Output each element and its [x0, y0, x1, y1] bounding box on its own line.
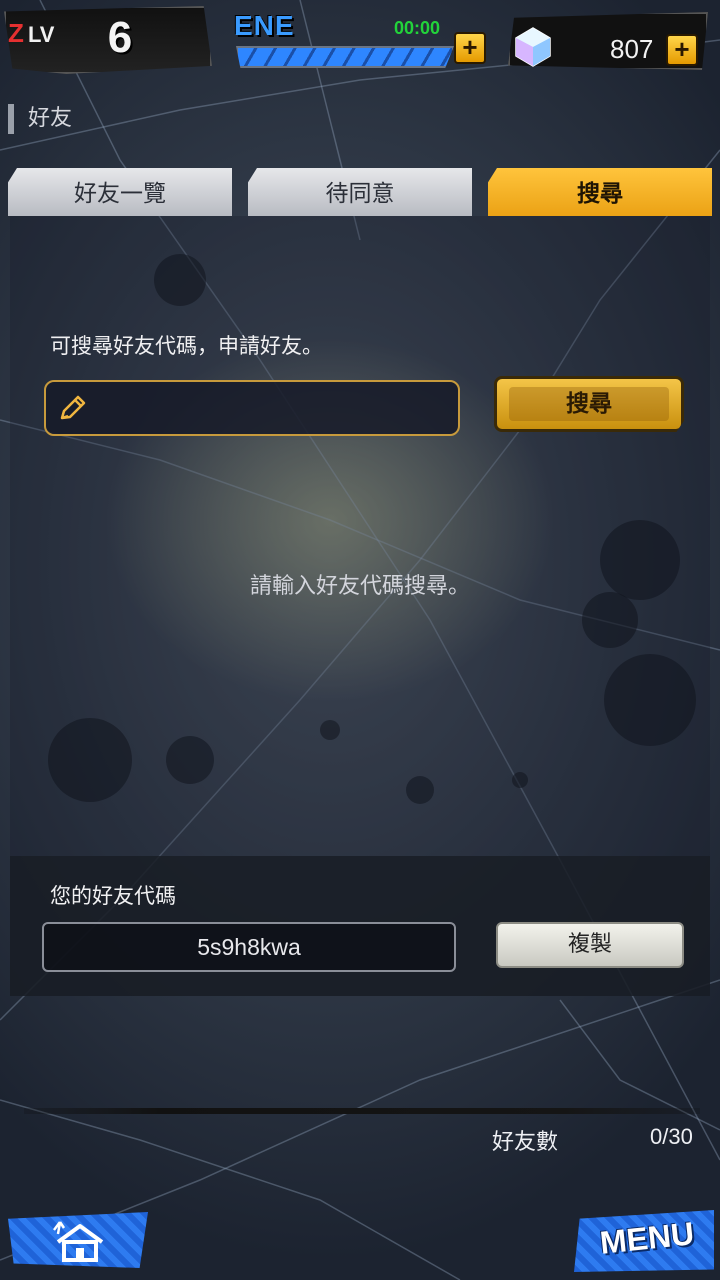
- copy-button[interactable]: 複製: [496, 922, 684, 968]
- friend-count-value: 0/30: [650, 1124, 693, 1149]
- zlv-z-label: Z: [8, 18, 24, 48]
- tab-search[interactable]: 搜尋: [488, 168, 712, 216]
- energy-timer: 00:00: [394, 18, 441, 38]
- home-icon: [53, 1221, 104, 1262]
- zlv-lv-label: LV: [28, 22, 55, 47]
- gem-count: 807: [610, 34, 654, 64]
- plus-icon: +: [674, 34, 690, 64]
- tab-friend-list[interactable]: 好友一覽: [8, 168, 232, 216]
- search-button-label: 搜尋: [566, 391, 612, 417]
- gem-icon: [515, 27, 551, 67]
- friend-code-search-input[interactable]: [44, 380, 460, 436]
- pencil-icon: [60, 395, 86, 420]
- search-hint: 可搜尋好友代碼，申請好友。: [50, 334, 323, 358]
- search-empty-message: 請輸入好友代碼搜尋。: [249, 574, 470, 599]
- status-bar: Z LV 6 ENE 00:00 + 807 +: [0, 0, 720, 90]
- menu-button[interactable]: MENU: [574, 1210, 714, 1272]
- friend-code-field[interactable]: 5s9h8kwa: [42, 922, 456, 972]
- page-title: 好友: [8, 104, 72, 134]
- add-energy-button[interactable]: +: [454, 32, 486, 64]
- friend-code-label: 您的好友代碼: [50, 884, 176, 908]
- divider: [24, 1108, 700, 1114]
- search-button[interactable]: 搜尋: [494, 376, 684, 432]
- friend-count-label: 好友數: [492, 1130, 559, 1155]
- player-level-value: 6: [107, 13, 133, 62]
- plus-icon: +: [462, 32, 478, 62]
- add-gems-button[interactable]: +: [666, 34, 698, 66]
- energy-label: ENE: [234, 10, 295, 41]
- energy-bar-fill: [238, 48, 452, 66]
- search-panel: [10, 216, 710, 856]
- energy-bar: [236, 46, 454, 68]
- menu-button-label: MENU: [598, 1215, 696, 1261]
- home-button[interactable]: [8, 1212, 148, 1268]
- tab-pending[interactable]: 待同意: [248, 168, 472, 216]
